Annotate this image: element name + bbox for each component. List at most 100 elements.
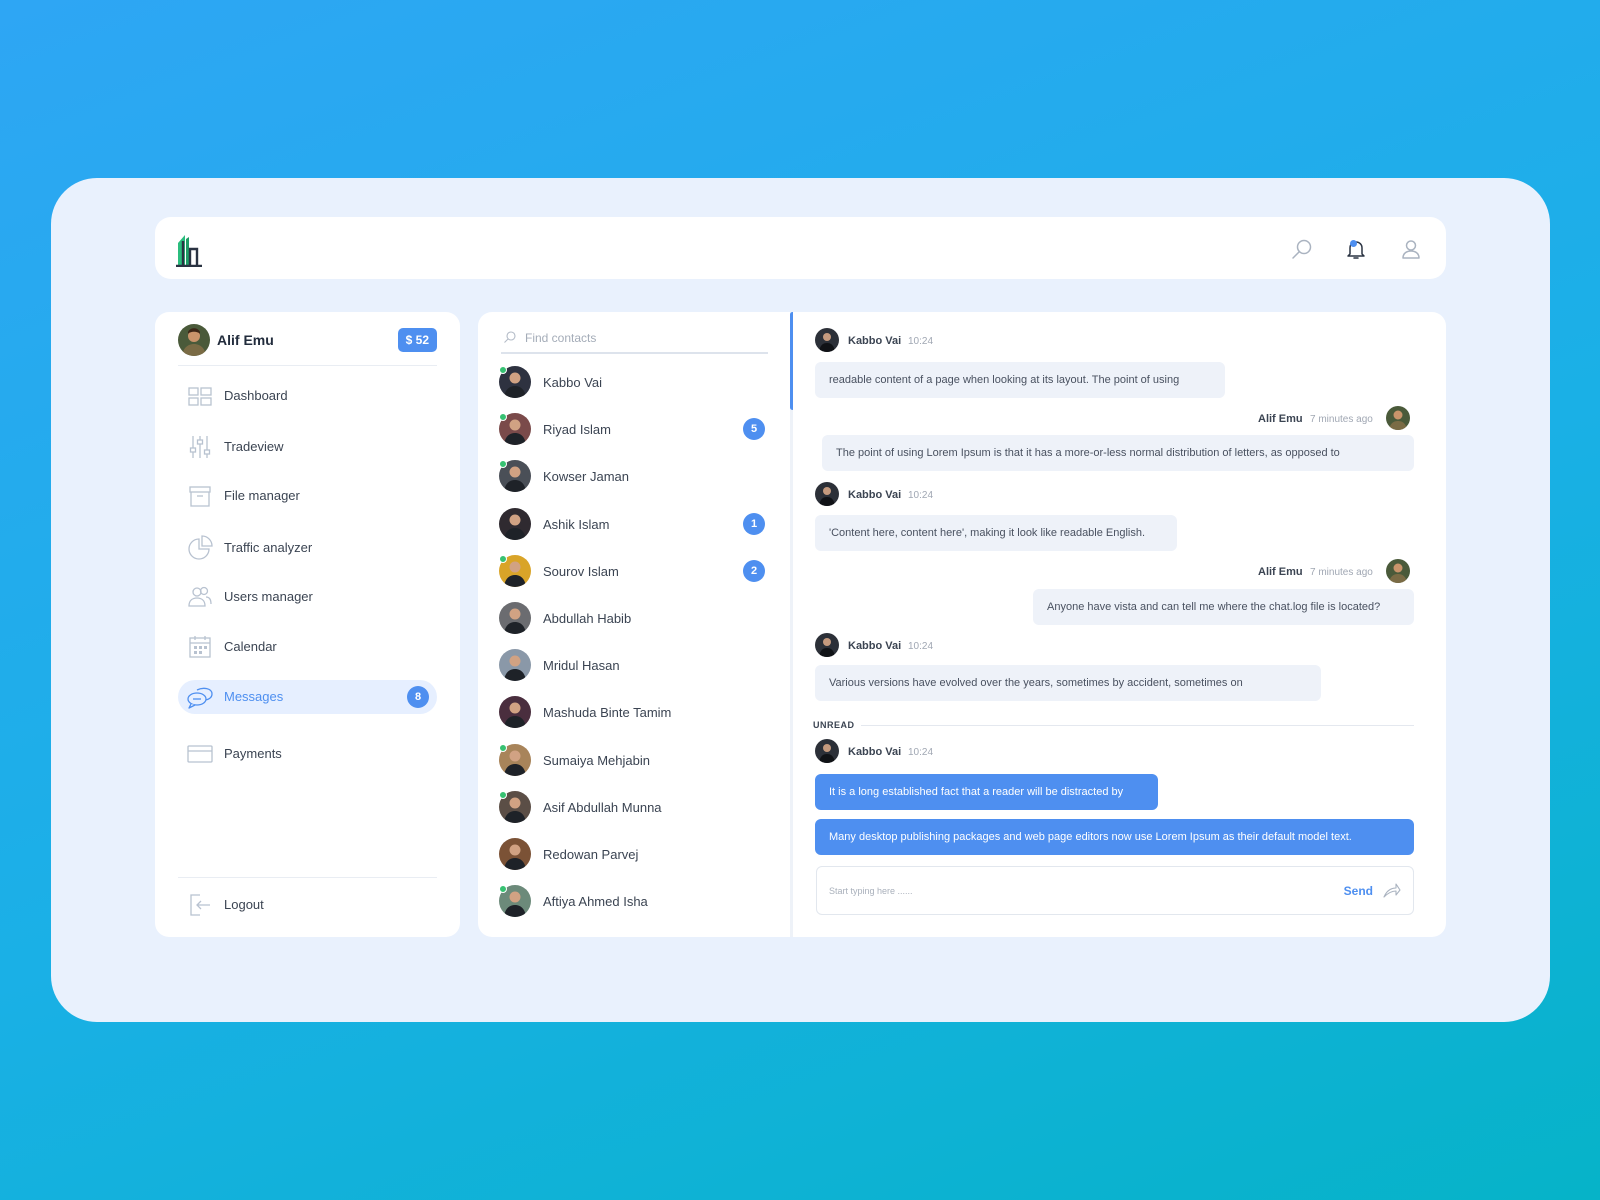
contact-item[interactable]: Sumaiya Mehjabin (499, 742, 769, 778)
sidebar-item-messages[interactable]: Messages 8 (178, 680, 437, 714)
sidebar-item-users-manager[interactable]: Users manager (178, 580, 437, 614)
unread-count-badge: 5 (743, 418, 765, 441)
notification-dot (1350, 240, 1357, 247)
contact-name: Sumaiya Mehjabin (543, 752, 650, 768)
contact-name: Aftiya Ahmed Isha (543, 894, 648, 910)
contact-item[interactable]: Aftiya Ahmed Isha (499, 883, 769, 919)
contact-name: Abdullah Habib (543, 611, 632, 626)
unread-count-badge: 2 (743, 559, 765, 582)
online-indicator (499, 790, 507, 799)
sidebar-item-label: Users manager (224, 589, 313, 604)
contact-item[interactable]: Kabbo Vai (499, 364, 769, 400)
contact-item[interactable]: Kowser Jaman (499, 458, 769, 494)
contact-item[interactable]: Abdullah Habib (499, 600, 769, 636)
contact-name: Asif Abdullah Munna (543, 799, 662, 815)
pie-chart-icon (186, 535, 214, 561)
building-logo[interactable] (175, 233, 203, 268)
message-input[interactable] (829, 879, 1309, 903)
send-button[interactable]: Send (1341, 881, 1401, 901)
message-time: 10:24 (908, 641, 934, 652)
contact-item[interactable]: Asif Abdullah Munna (499, 789, 769, 825)
sidebar-item-traffic-analyzer[interactable]: Traffic analyzer (178, 531, 437, 565)
contact-item[interactable]: Riyad Islam 5 (499, 411, 769, 447)
avatar (815, 633, 839, 657)
unread-divider (861, 725, 1414, 726)
message-bubble[interactable]: 'Content here, content here', making it … (815, 515, 1177, 551)
sidebar-item-tradeview[interactable]: Tradeview (178, 430, 437, 464)
user-profile[interactable]: Alif Emu $ 52 (178, 324, 437, 366)
users-icon (186, 584, 214, 610)
contact-search (501, 324, 768, 354)
sidebar-item-calendar[interactable]: Calendar (178, 630, 437, 664)
contact-name: Redowan Parvej (543, 847, 639, 862)
contact-item[interactable]: Redowan Parvej (499, 836, 769, 872)
message-time: 7 minutes ago (1310, 414, 1373, 425)
contact-item[interactable]: Mashuda Binte Tamim (499, 694, 769, 730)
contact-name: Riyad Islam (543, 422, 611, 438)
top-bar (155, 217, 1446, 279)
contact-item[interactable]: Sourov Islam 2 (499, 553, 769, 589)
avatar (499, 649, 531, 682)
sidebar-item-label: Dashboard (224, 388, 288, 403)
message-sender: Kabbo Vai (848, 640, 902, 652)
calendar-icon (186, 634, 214, 660)
unread-divider-label: UNREAD (813, 720, 855, 730)
message-sender: Kabbo Vai (848, 746, 902, 758)
balance-badge[interactable]: $ 52 (397, 328, 437, 352)
sidebar: Alif Emu $ 52 Dashboard Tradeview File m… (155, 312, 460, 937)
search-icon (504, 331, 516, 343)
chat-panel: Kabbo Vai 10:24 readable content of a page… (793, 312, 1446, 937)
unread-count-badge: 1 (743, 512, 765, 535)
bell-icon[interactable] (1344, 237, 1368, 261)
archive-icon (186, 483, 214, 509)
message-time: 10:24 (908, 747, 934, 758)
sidebar-item-label: Payments (224, 746, 282, 761)
avatar (815, 482, 839, 506)
message-bubble[interactable]: Various versions have evolved over the y… (815, 665, 1321, 701)
contact-name: Sourov Islam (543, 563, 619, 579)
message-time: 10:24 (908, 336, 934, 347)
send-arrow-icon (1383, 883, 1401, 898)
logout-button[interactable]: Logout (178, 888, 437, 922)
message-sender: Alif Emu (1258, 413, 1303, 425)
sidebar-item-label: Tradeview (224, 439, 284, 454)
contact-name: Kowser Jaman (543, 469, 629, 485)
contact-search-input[interactable] (525, 326, 765, 350)
message-time: 7 minutes ago (1310, 567, 1373, 578)
send-label: Send (1343, 884, 1373, 898)
sidebar-item-file-manager[interactable]: File manager (178, 479, 437, 513)
avatar (1386, 406, 1410, 430)
message-sender: Kabbo Vai (848, 489, 902, 501)
contacts-panel: Kabbo Vai Riyad Islam 5 Kowser Jaman Ashik I… (478, 312, 791, 937)
avatar (1386, 559, 1410, 583)
message-bubble[interactable]: readable content of a page when looking … (815, 362, 1225, 398)
sidebar-item-label: Traffic analyzer (224, 540, 313, 555)
message-bubble[interactable]: Anyone have vista and can tell me where … (1033, 589, 1414, 625)
message-header: Kabbo Vai 10:24 (815, 633, 1015, 659)
message-composer: Send (816, 866, 1414, 915)
chat-icon (186, 684, 214, 710)
message-header: Kabbo Vai 10:24 (815, 739, 1015, 765)
sidebar-item-dashboard[interactable]: Dashboard (178, 379, 437, 413)
message-bubble[interactable]: The point of using Lorem Ipsum is that i… (822, 435, 1414, 471)
dashboard-icon (186, 383, 214, 409)
contact-item[interactable]: Mridul Hasan (499, 647, 769, 683)
message-bubble-unread[interactable]: Many desktop publishing packages and web… (815, 819, 1414, 855)
online-indicator (499, 366, 507, 374)
sidebar-item-label: Calendar (224, 639, 277, 654)
search-icon[interactable] (1290, 237, 1314, 261)
online-indicator (499, 743, 507, 752)
user-icon[interactable] (1399, 237, 1423, 261)
sidebar-item-payments[interactable]: Payments (178, 737, 437, 771)
message-header: Alif Emu 7 minutes ago (1173, 406, 1418, 432)
sidebar-item-label: File manager (224, 488, 300, 503)
avatar (499, 838, 531, 870)
message-bubble-unread[interactable]: It is a long established fact that a rea… (815, 774, 1158, 810)
contact-name: Mridul Hasan (543, 658, 620, 674)
contact-item[interactable]: Ashik Islam 1 (499, 506, 769, 542)
divider (178, 877, 437, 878)
message-time: 10:24 (908, 490, 934, 501)
logout-label: Logout (224, 897, 264, 912)
message-header: Kabbo Vai 10:24 (815, 328, 1015, 354)
message-header: Alif Emu 7 minutes ago (1173, 559, 1418, 585)
